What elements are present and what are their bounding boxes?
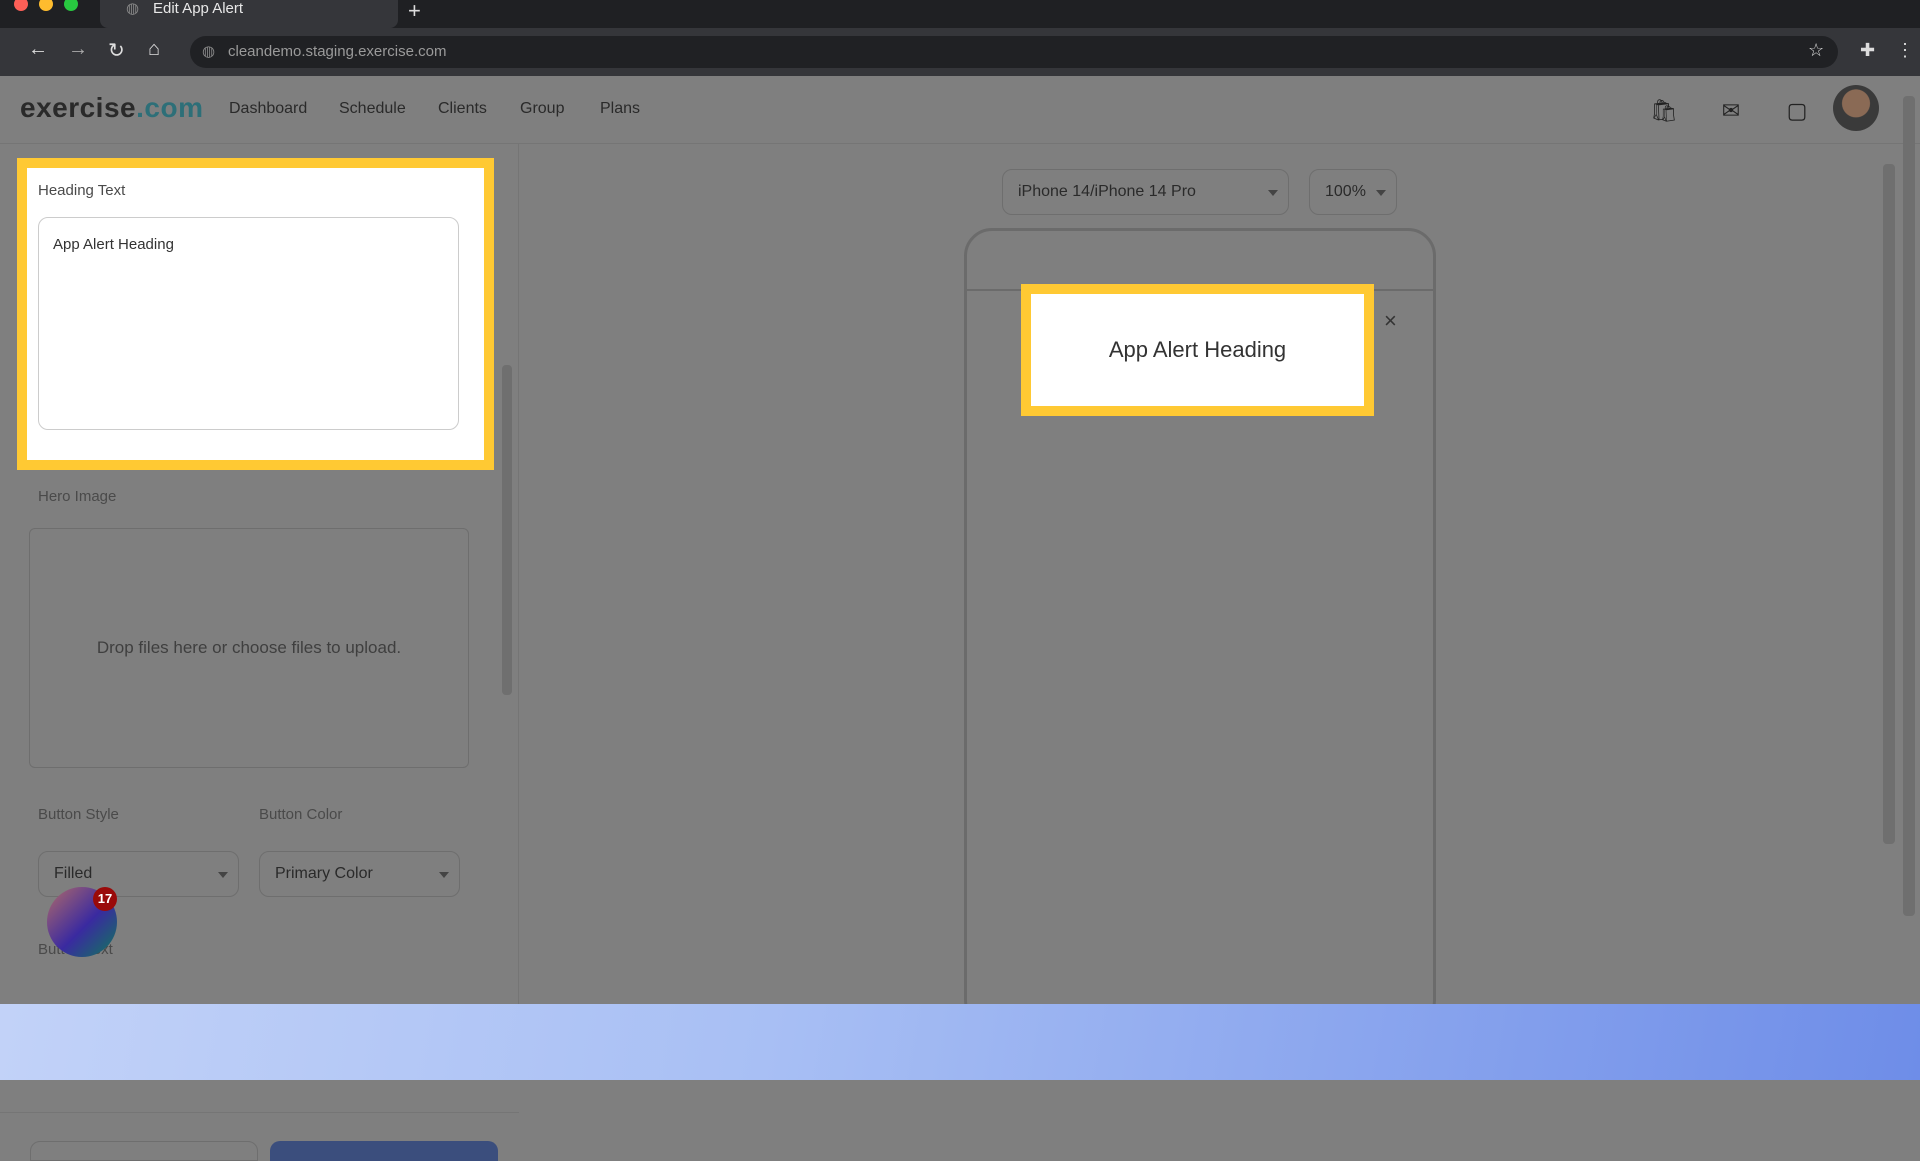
heading-highlight: Heading Text App Alert Heading (17, 158, 494, 470)
close-window-button[interactable] (14, 0, 28, 11)
address-bar: ← → ↻ ⌂ ◍ cleandemo.staging.exercise.com … (0, 28, 1920, 76)
home-icon[interactable]: ⌂ (148, 38, 160, 61)
nav-clients[interactable]: Clients (438, 100, 487, 118)
nav-group[interactable]: Group (520, 100, 564, 118)
alert-preview-highlight: App Alert Heading (1021, 284, 1374, 416)
nav-dashboard[interactable]: Dashboard (229, 100, 307, 118)
panel-footer (0, 1112, 519, 1161)
alert-heading-preview: App Alert Heading (1031, 294, 1364, 406)
panel-scrollbar[interactable] (500, 299, 514, 699)
app-header: exercise.com Dashboard Schedule Clients … (0, 76, 1920, 144)
heading-text-input[interactable]: App Alert Heading (38, 217, 459, 430)
back-icon[interactable]: ← (28, 38, 48, 61)
button-style-label: Button Style (38, 806, 119, 823)
device-value: iPhone 14/iPhone 14 Pro (1018, 183, 1196, 200)
browser-tab-bar: ◍ Edit App Alert + (0, 0, 1920, 28)
close-icon[interactable]: × (1384, 308, 1397, 334)
editor-panel: Heading Text App Alert Heading Hero Imag… (0, 144, 519, 1161)
browser-menu-icon[interactable]: ⋮ (1896, 40, 1914, 61)
notification-badge: 17 (93, 887, 117, 911)
heading-text-label: Heading Text (38, 182, 126, 199)
hero-image-label: Hero Image (38, 488, 117, 505)
button-style-value: Filled (54, 865, 93, 882)
device-select[interactable]: iPhone 14/iPhone 14 Pro (1002, 169, 1289, 215)
desktop-background (0, 1004, 1920, 1080)
new-tab-button[interactable]: + (408, 0, 421, 24)
button-color-select[interactable]: Primary Color (259, 851, 460, 897)
reload-icon[interactable]: ↻ (108, 38, 125, 63)
forward-icon[interactable]: → (68, 38, 88, 61)
nav-schedule[interactable]: Schedule (339, 100, 406, 118)
cancel-button[interactable] (30, 1141, 258, 1161)
file-drop-zone[interactable]: Drop files here or choose files to uploa… (29, 528, 469, 768)
logo[interactable]: exercise.com (20, 92, 203, 124)
tab-title: Edit App Alert (153, 0, 244, 17)
extensions-icon[interactable]: ✚ (1860, 40, 1875, 61)
url-input[interactable]: ◍ cleandemo.staging.exercise.com (190, 36, 1838, 68)
button-color-value: Primary Color (275, 865, 373, 882)
nav-plans[interactable]: Plans (600, 100, 640, 118)
shopping-bag-icon[interactable]: 🛍 (1650, 98, 1678, 124)
chat-icon[interactable]: ▢ (1784, 98, 1810, 124)
avatar[interactable] (1833, 85, 1879, 131)
globe-icon: ◍ (126, 0, 140, 17)
maximize-window-button[interactable] (64, 0, 78, 11)
mail-icon[interactable]: ✉ (1718, 98, 1744, 124)
save-button[interactable] (270, 1141, 498, 1161)
preview-scrollbar[interactable] (1883, 152, 1895, 1004)
site-info-icon: ◍ (202, 43, 216, 60)
minimize-window-button[interactable] (39, 0, 53, 11)
page-scrollbar[interactable] (1902, 80, 1916, 1004)
bookmark-star-icon[interactable]: ☆ (1808, 40, 1824, 61)
browser-tab[interactable]: ◍ Edit App Alert (100, 0, 398, 28)
url-text: cleandemo.staging.exercise.com (228, 43, 447, 60)
zoom-value: 100% (1325, 183, 1366, 200)
zoom-select[interactable]: 100% (1309, 169, 1397, 215)
button-color-label: Button Color (259, 806, 343, 823)
